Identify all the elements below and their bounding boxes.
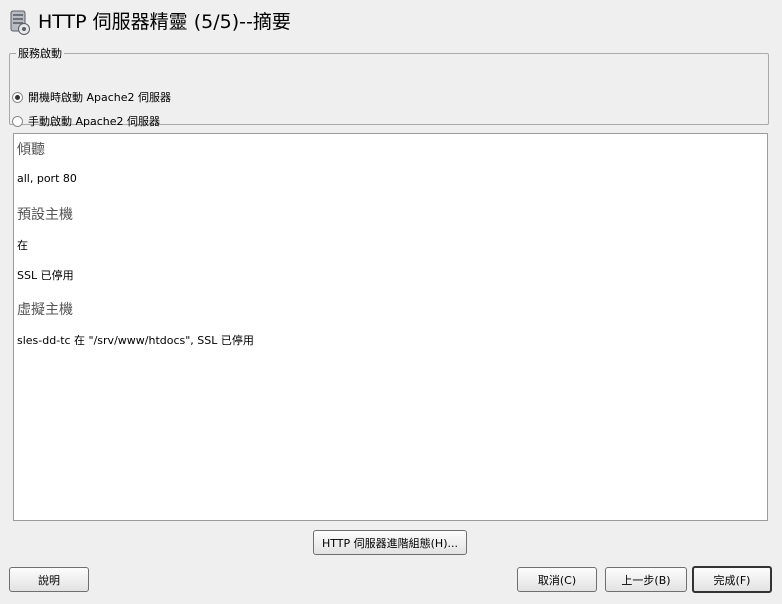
radio-checked-icon[interactable]	[12, 91, 23, 103]
radio-start-manually-label: 手動啟動 Apache2 伺服器	[28, 115, 161, 128]
advanced-config-button[interactable]: HTTP 伺服器進階組態(H)...	[313, 530, 467, 555]
page-title: HTTP 伺服器精靈 (5/5)--摘要	[38, 11, 291, 33]
listen-value: all, port 80	[17, 172, 77, 185]
vhost-entry: sles-dd-tc 在 "/srv/www/htdocs", SSL 已停用	[17, 334, 254, 347]
wizard-header: HTTP 伺服器精靈 (5/5)--摘要	[0, 0, 782, 44]
radio-start-on-boot[interactable]: 開機時啟動 Apache2 伺服器	[12, 88, 171, 106]
cancel-button[interactable]: 取消(C)	[517, 567, 597, 592]
default-host-enabled: 在	[17, 239, 28, 252]
service-startup-group: 服務啟動 開機時啟動 Apache2 伺服器 手動啟動 Apache2 伺服器	[9, 45, 769, 128]
help-button[interactable]: 說明	[9, 567, 89, 592]
vhosts-heading: 虛擬主機	[17, 302, 73, 318]
finish-button[interactable]: 完成(F)	[692, 566, 772, 593]
radio-start-on-boot-label: 開機時啟動 Apache2 伺服器	[28, 91, 172, 104]
back-button[interactable]: 上一步(B)	[605, 567, 687, 592]
default-host-ssl: SSL 已停用	[17, 269, 74, 282]
server-wizard-icon	[9, 10, 31, 36]
summary-panel[interactable]: 傾聽 all, port 80 預設主機 在 SSL 已停用 虛擬主機 sles…	[13, 133, 768, 521]
listen-heading: 傾聽	[17, 142, 45, 158]
radio-unchecked-icon[interactable]	[12, 115, 23, 127]
service-startup-legend: 服務啟動	[18, 47, 62, 60]
radio-start-manually[interactable]: 手動啟動 Apache2 伺服器	[12, 112, 160, 130]
default-host-heading: 預設主機	[17, 207, 73, 223]
